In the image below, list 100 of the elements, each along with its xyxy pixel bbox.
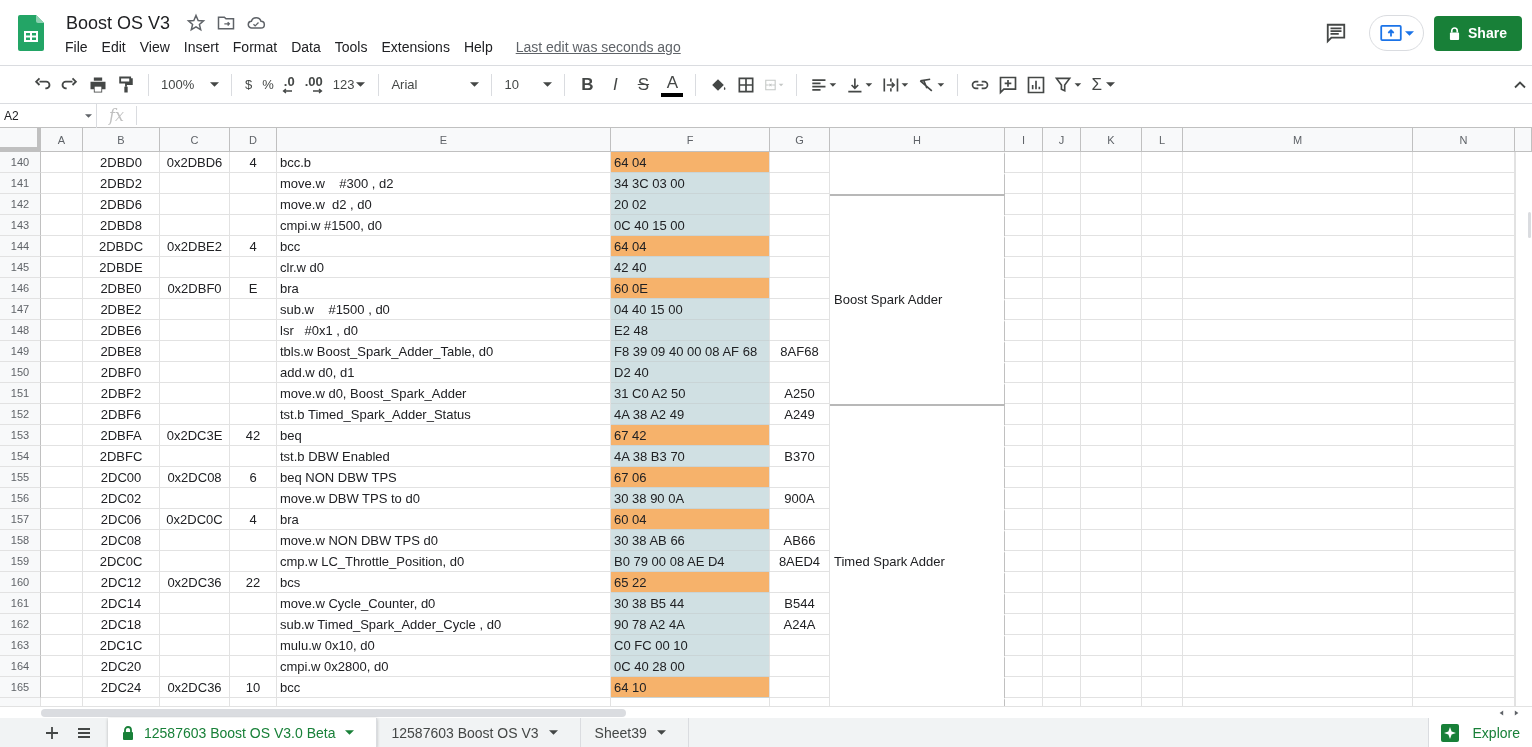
table-cell (230, 173, 277, 194)
sheet-tab[interactable]: 12587603 Boost OS V3 (377, 718, 581, 747)
column-header[interactable]: K (1081, 128, 1142, 151)
table-cell (1142, 425, 1183, 446)
table-cell (230, 404, 277, 425)
name-box[interactable]: A2 (0, 103, 97, 128)
table-cell (1142, 173, 1183, 194)
comment-icon[interactable] (1325, 22, 1347, 44)
row-header[interactable]: 164 (0, 656, 41, 677)
row-header[interactable]: 143 (0, 215, 41, 236)
chart-icon[interactable] (1026, 74, 1047, 95)
menu-item[interactable]: File (64, 37, 93, 57)
row-header[interactable]: 163 (0, 635, 41, 656)
menu-item[interactable]: Edit (100, 37, 131, 57)
table-cell: 2DBDC (83, 236, 160, 257)
row-header[interactable]: 152 (0, 404, 41, 425)
add-comment-icon[interactable] (998, 74, 1019, 95)
column-header[interactable]: G (770, 128, 830, 151)
bold-button[interactable]: B (573, 72, 602, 97)
functions-button[interactable]: Σ (1086, 72, 1120, 97)
column-header[interactable]: E (277, 128, 611, 151)
last-edit-link[interactable]: Last edit was seconds ago (515, 39, 681, 55)
row-header[interactable]: 153 (0, 425, 41, 446)
column-header[interactable]: C (160, 128, 230, 151)
table-cell (1142, 236, 1183, 257)
share-button[interactable]: Share (1434, 15, 1522, 51)
row-header[interactable]: 147 (0, 299, 41, 320)
row-header[interactable]: 151 (0, 383, 41, 404)
menu-item[interactable]: Help (462, 37, 498, 57)
column-header[interactable]: A (41, 128, 83, 151)
font-dropdown[interactable]: Arial (387, 72, 484, 97)
folder-icon[interactable] (216, 13, 237, 33)
row-header[interactable]: 149 (0, 341, 41, 362)
row-header[interactable]: 156 (0, 488, 41, 509)
paint-roller-icon[interactable] (116, 74, 136, 95)
text-color-button[interactable]: A (661, 72, 684, 97)
currency-format-button[interactable]: $ (240, 72, 258, 97)
row-header[interactable]: 161 (0, 593, 41, 614)
decrease-decimal-button[interactable]: .0 (278, 72, 300, 97)
row-header[interactable]: 144 (0, 236, 41, 257)
star-icon[interactable] (186, 13, 207, 33)
row-header[interactable]: 140 (0, 152, 41, 173)
table-cell: tst.b Timed_Spark_Adder_Status (277, 404, 611, 425)
table-cell: beq (277, 425, 611, 446)
column-header[interactable]: F (611, 128, 770, 151)
percent-format-button[interactable]: % (257, 72, 279, 97)
menu-item[interactable]: View (138, 37, 175, 57)
table-cell (1142, 383, 1183, 404)
table-cell (1043, 215, 1081, 236)
table-cell (1043, 635, 1081, 656)
row-header[interactable]: 150 (0, 362, 41, 383)
table-cell (41, 194, 83, 215)
strikethrough-button[interactable]: S (629, 72, 658, 97)
sheet-tab[interactable]: Sheet39 (580, 718, 689, 747)
menu-item[interactable]: Insert (182, 37, 224, 57)
row-header[interactable]: 148 (0, 320, 41, 341)
row-header[interactable]: 158 (0, 530, 41, 551)
menu-item[interactable]: Format (231, 37, 283, 57)
column-header[interactable]: D (230, 128, 277, 151)
increase-decimal-button[interactable]: .00 (299, 72, 328, 97)
italic-button[interactable]: I (601, 72, 630, 97)
table-cell (230, 488, 277, 509)
table-cell: move.w d0, Boost_Spark_Adder (277, 383, 611, 404)
row-header[interactable]: 145 (0, 257, 41, 278)
menu-item[interactable]: Data (290, 37, 326, 57)
row-header[interactable]: 160 (0, 572, 41, 593)
table-cell: bcc (277, 236, 611, 257)
column-header[interactable]: J (1043, 128, 1081, 151)
table-cell: 2DBF2 (83, 383, 160, 404)
column-header[interactable]: L (1142, 128, 1183, 151)
sheet-tab[interactable]: 12587603 Boost OS V3.0 Beta (108, 718, 378, 747)
row-header[interactable]: 155 (0, 467, 41, 488)
column-header[interactable]: I (1005, 128, 1043, 151)
column-header[interactable]: M (1183, 128, 1413, 151)
row-header[interactable]: 154 (0, 446, 41, 467)
column-header[interactable]: H (830, 128, 1005, 151)
column-header[interactable]: N (1413, 128, 1515, 151)
row-header[interactable]: 142 (0, 194, 41, 215)
row-header[interactable]: 141 (0, 173, 41, 194)
table-cell: tst.b DBW Enabled (277, 446, 611, 467)
row-header[interactable]: 165 (0, 677, 41, 698)
font-size-dropdown[interactable]: 10 (500, 72, 557, 97)
table-cell: bcs (277, 572, 611, 593)
horizontal-scrollbar[interactable] (41, 708, 626, 717)
menu-item[interactable]: Tools (333, 37, 373, 57)
row-header[interactable]: 162 (0, 614, 41, 635)
vertical-scrollbar[interactable] (1528, 212, 1531, 238)
table-cell: move.w #300 , d2 (277, 173, 611, 194)
explore-button[interactable]: Explore (1427, 718, 1532, 747)
column-header[interactable]: B (83, 128, 160, 151)
row-header[interactable]: 146 (0, 278, 41, 299)
add-sheet-icon[interactable] (44, 724, 60, 741)
sheets-logo-icon[interactable] (18, 15, 44, 51)
menu-item[interactable]: Extensions (380, 37, 455, 57)
more-formats-dropdown[interactable]: 123 (327, 72, 371, 97)
table-cell: 2DC14 (83, 593, 160, 614)
row-header[interactable]: 159 (0, 551, 41, 572)
row-header[interactable]: 157 (0, 509, 41, 530)
document-title[interactable]: Boost OS V3 (66, 12, 171, 34)
zoom-dropdown[interactable]: 100% (157, 72, 223, 97)
